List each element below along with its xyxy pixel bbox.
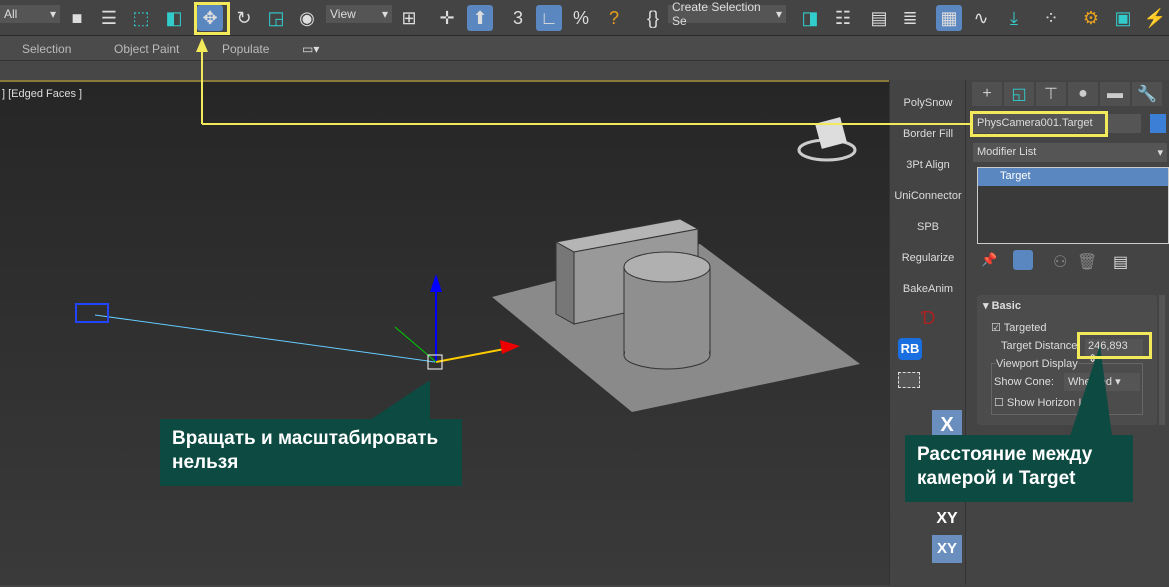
percent-snap-icon[interactable]: %: [568, 5, 594, 31]
viewport-display-label: Viewport Display: [996, 358, 1078, 370]
target-distance-label: Target Distance:: [1001, 340, 1081, 352]
place-icon[interactable]: ◉: [294, 5, 320, 31]
snap-icon[interactable]: 3: [505, 5, 531, 31]
3pt-align-button[interactable]: 3Pt Align: [890, 159, 966, 171]
rotate-icon[interactable]: ↻: [231, 5, 257, 31]
scene: [75, 117, 860, 412]
tab-selection[interactable]: Selection: [22, 42, 71, 56]
object-color-swatch[interactable]: [1150, 114, 1166, 133]
scene-explorer-icon[interactable]: ▤: [866, 5, 892, 31]
axis-xy-snap-button[interactable]: XY: [932, 535, 962, 563]
viewport-display-group: Viewport Display Show Cone: Whe..ted ▾ ☐…: [991, 358, 1143, 415]
pivot-icon[interactable]: ⊞: [396, 5, 422, 31]
show-cone-dropdown[interactable]: Whe..ted ▾: [1064, 373, 1140, 391]
select-by-name-icon[interactable]: ☰: [96, 5, 122, 31]
spinner-snap-icon[interactable]: ?: [601, 5, 627, 31]
render-frame-icon[interactable]: ▣: [1110, 5, 1136, 31]
chevron-down-icon: ▾: [381, 7, 388, 21]
pin-stack-icon[interactable]: 📌: [981, 252, 997, 268]
modify-tab-icon[interactable]: ◱: [1004, 82, 1034, 106]
object-name-highlight: [970, 111, 1108, 137]
show-horizon-checkbox[interactable]: ☐ Show Horizon Li...: [994, 396, 1096, 409]
regularize-button[interactable]: Regularize: [890, 252, 966, 264]
panel-scrollbar[interactable]: [1159, 295, 1165, 425]
viewcube-icon[interactable]: [797, 117, 857, 162]
targeted-checkbox[interactable]: ☑ Targeted: [991, 321, 1047, 334]
show-end-result-icon[interactable]: [1013, 250, 1033, 270]
bakeanim-button[interactable]: BakeAnim: [890, 283, 966, 295]
modifier-list-dropdown[interactable]: Modifier List ▾: [973, 143, 1167, 162]
keyboard-shortcut-icon[interactable]: ⬆: [467, 5, 493, 31]
make-unique-icon[interactable]: ⚇: [1053, 252, 1067, 272]
show-cone-label: Show Cone:: [994, 376, 1054, 388]
chevron-down-icon: ▾: [1157, 147, 1163, 159]
window-crossing-icon[interactable]: ◧: [161, 5, 187, 31]
display-tab-icon[interactable]: ▬: [1100, 82, 1130, 106]
distance-highlight: [1077, 332, 1152, 359]
material-editor-icon[interactable]: ⁘: [1038, 5, 1064, 31]
chevron-down-icon: ▾: [775, 7, 782, 21]
script-toolbar: PolySnow Border Fill 3Pt Align UniConnec…: [889, 80, 966, 585]
perspective-viewport[interactable]: ] [Edged Faces ]: [0, 80, 889, 585]
mirror-icon[interactable]: ◨: [797, 5, 823, 31]
camera-icon[interactable]: [75, 303, 109, 323]
chevron-down-icon: ▾: [49, 7, 56, 21]
ribbon-panel: [0, 61, 1169, 80]
utilities-tab-icon[interactable]: 🔧: [1132, 82, 1162, 106]
create-tab-icon[interactable]: +: [972, 82, 1002, 106]
hierarchy-tab-icon[interactable]: ⊤: [1036, 82, 1066, 106]
layer-explorer-icon[interactable]: ≣: [897, 5, 923, 31]
move-highlight-box: [194, 2, 230, 35]
reference-coord-dropdown[interactable]: View ▾: [326, 5, 392, 23]
ribbon-options-icon[interactable]: ▭▾: [302, 42, 319, 56]
select-object-icon[interactable]: ■: [64, 5, 90, 31]
border-fill-button[interactable]: Border Fill: [890, 128, 966, 140]
selection-filter-dropdown[interactable]: All ▾: [0, 5, 60, 23]
render-setup-icon[interactable]: ⚙: [1078, 5, 1104, 31]
rect-selection-icon[interactable]: ⬚: [128, 5, 154, 31]
manipulate-icon[interactable]: ✛: [434, 5, 460, 31]
uniconnector-button[interactable]: UniConnector: [890, 190, 966, 202]
axis-xy-button[interactable]: XY: [932, 505, 962, 533]
angle-snap-icon[interactable]: ∟: [536, 5, 562, 31]
named-selection-set-dropdown[interactable]: Create Selection Se ▾: [668, 0, 786, 28]
cylinder[interactable]: [623, 251, 711, 370]
render-icon[interactable]: ⚡: [1142, 5, 1168, 31]
callout-target-distance: Расстояние между камерой и Target: [905, 435, 1133, 502]
curve-editor-icon[interactable]: ∿: [968, 5, 994, 31]
main-toolbar: All ▾ ■ ☰ ⬚ ◧ ✥ ↻ ◲ ◉ View ▾ ⊞ ✛ ⬆ 3 ∟ % ?…: [0, 0, 1169, 36]
ribbon-tabs: Selection Object Paint Populate ▭▾: [0, 36, 1169, 61]
callout-rotate-scale: Вращать и масштабировать нельзя: [160, 419, 462, 486]
camera-target-line: [94, 314, 436, 363]
configure-sets-icon[interactable]: ▤: [1113, 252, 1128, 272]
script-d-icon[interactable]: Ɗ: [890, 308, 966, 329]
align-icon[interactable]: ☷: [830, 5, 856, 31]
move-gizmo[interactable]: [394, 274, 520, 370]
motion-tab-icon[interactable]: ●: [1068, 82, 1098, 106]
schematic-icon[interactable]: ⤓: [1001, 5, 1027, 31]
checker-icon[interactable]: [898, 372, 920, 388]
spb-button[interactable]: SPB: [890, 221, 966, 233]
scale-icon[interactable]: ◲: [263, 5, 289, 31]
ribbon-icon[interactable]: ▦: [936, 5, 962, 31]
rb-button[interactable]: RB: [898, 338, 922, 360]
rollout-title[interactable]: ▾ Basic: [983, 299, 1021, 312]
stack-item-target[interactable]: Target: [978, 168, 1168, 186]
modifier-stack: Target: [977, 167, 1169, 244]
edit-named-sets-icon[interactable]: {}: [640, 5, 666, 31]
tab-populate[interactable]: Populate: [222, 42, 269, 56]
remove-modifier-icon[interactable]: 🗑: [1077, 252, 1097, 272]
basic-rollout: ▾ Basic ☑ Targeted Target Distance: 246,…: [977, 295, 1157, 425]
polysnow-button[interactable]: PolySnow: [890, 97, 966, 109]
tab-object-paint[interactable]: Object Paint: [114, 42, 179, 56]
